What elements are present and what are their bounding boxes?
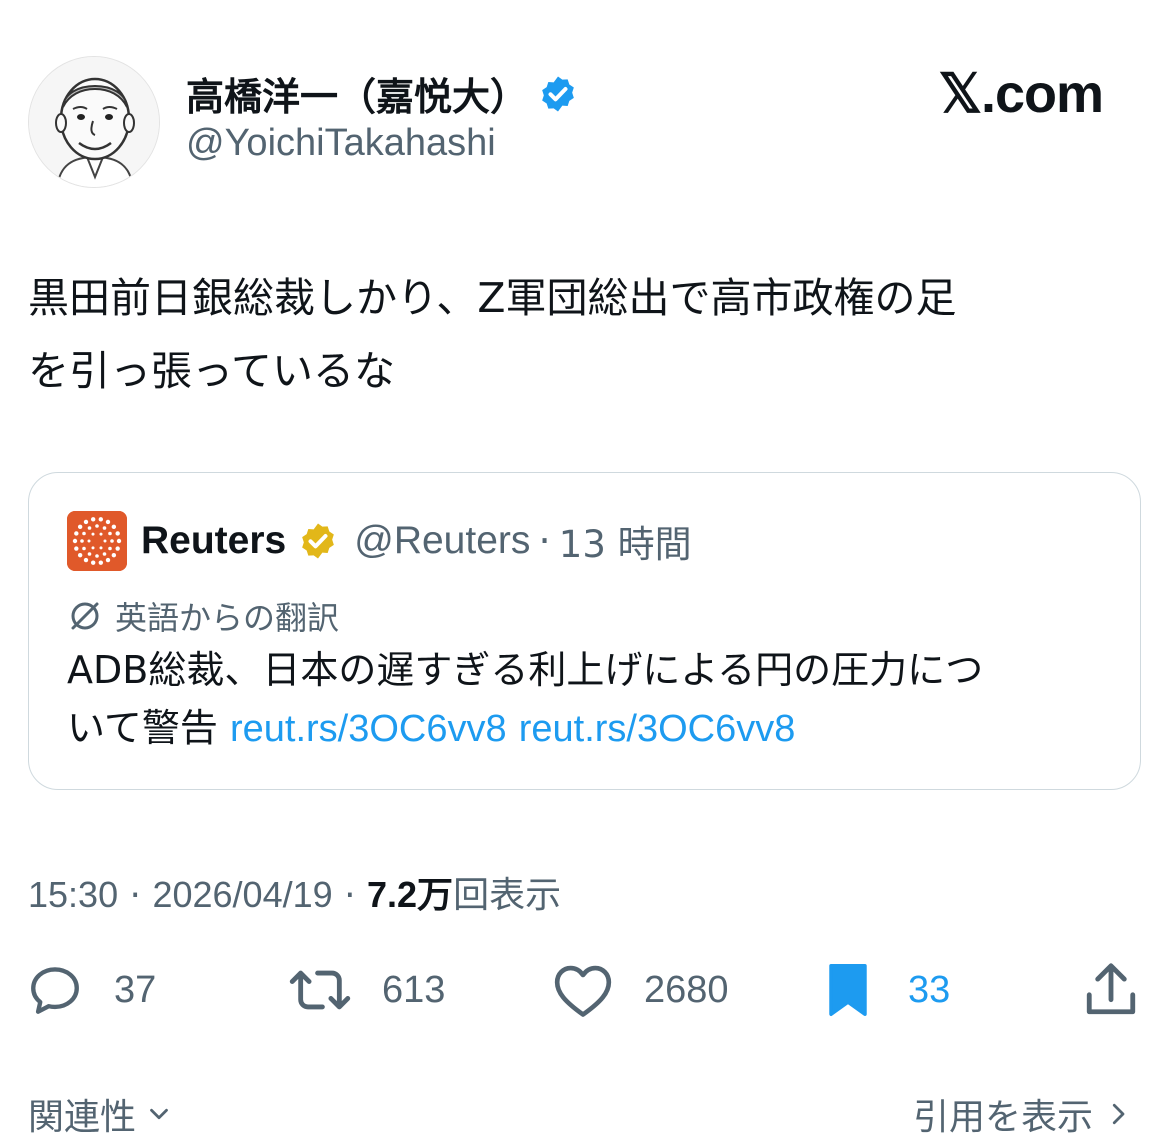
reuters-logo-dot xyxy=(105,557,111,563)
quote-timestamp[interactable]: 13 時間 xyxy=(559,514,692,568)
translated-label[interactable]: 英語からの翻訳 xyxy=(67,593,339,639)
reuters-logo-dot xyxy=(105,519,111,525)
bookmark-icon xyxy=(829,964,867,1016)
reuters-logo-dot xyxy=(82,546,86,551)
reuters-logo-dot xyxy=(87,539,91,543)
avatar[interactable] xyxy=(28,56,160,188)
quote-link[interactable]: reut.rs/3OC6vv8 xyxy=(519,708,796,750)
reuters-logo-dot xyxy=(74,531,79,536)
reuters-logo-dot xyxy=(102,526,107,530)
reuters-logo-dot xyxy=(115,531,120,536)
show-quotes-link[interactable]: 引用を表示 xyxy=(913,1088,1133,1140)
sort-relevance-dropdown[interactable]: 関連性 xyxy=(28,1088,174,1140)
quote-body-text: いて警告 xyxy=(67,706,218,750)
reuters-logo-dot xyxy=(102,552,107,556)
retweet-count: 613 xyxy=(382,968,446,1011)
reply-icon xyxy=(31,967,79,1014)
views-unit: 万 xyxy=(417,875,454,916)
chevron-down-icon xyxy=(150,1108,168,1120)
translate-icon xyxy=(71,602,99,630)
quote-header: Reuters @Reuters · 13 時間 xyxy=(67,511,692,571)
quote-tweet-card[interactable]: Reuters @Reuters · 13 時間 英語からの翻訳 ADB総裁、日… xyxy=(28,472,1141,790)
tweet-time[interactable]: 15:30 xyxy=(28,874,118,915)
tweet-date[interactable]: 2026/04/19 xyxy=(152,874,332,915)
tweet-text-line: 黒田前日銀総裁しかり、Z軍団総出で高市政権の足 xyxy=(28,274,957,322)
reuters-logo-dot xyxy=(108,546,112,551)
sort-relevance-label: 関連性 xyxy=(28,1097,137,1138)
reuters-logo-dot xyxy=(99,532,103,536)
reuters-logo-dot xyxy=(108,531,112,536)
reuters-logo-dot xyxy=(110,539,114,543)
tweet-text-line: を引っ張っているな xyxy=(28,347,395,395)
like-icon xyxy=(554,965,612,1017)
retweet-button[interactable]: 613 xyxy=(288,958,445,1022)
reuters-logo xyxy=(67,511,127,571)
bookmark-button[interactable]: 33 xyxy=(822,958,950,1022)
reuters-logo-dot xyxy=(83,557,89,563)
chevron-right-icon xyxy=(1112,1103,1125,1125)
show-quotes-label: 引用を表示 xyxy=(912,1097,1093,1138)
reuters-logo-dot xyxy=(103,539,107,543)
quote-separator: · xyxy=(538,518,551,564)
quote-author-name[interactable]: Reuters xyxy=(141,519,286,563)
reuters-logo-dot xyxy=(77,524,83,530)
tweet-meta: 15:30 · 2026/04/19 · 7.2万回表示 xyxy=(28,866,561,918)
reuters-logo-dot xyxy=(91,546,95,550)
quote-link[interactable]: reut.rs/3OC6vv8 xyxy=(230,708,507,750)
reuters-logo-dot xyxy=(91,532,95,536)
reuters-logo-dot xyxy=(80,539,84,543)
views-label: 回表示 xyxy=(453,875,562,916)
reuters-logo-dot xyxy=(90,560,96,565)
reuters-logo-dot xyxy=(87,526,92,530)
avatar-illustration xyxy=(29,57,159,187)
translated-label-text: 英語からの翻訳 xyxy=(115,599,340,637)
bookmark-count: 33 xyxy=(908,968,951,1011)
reply-count: 37 xyxy=(114,968,157,1011)
like-count: 2680 xyxy=(644,968,729,1011)
reuters-logo-dot xyxy=(83,519,89,525)
reuters-logo-dot xyxy=(90,517,96,522)
quote-author-handle[interactable]: @Reuters xyxy=(354,519,530,563)
tweet-text: 黒田前日銀総裁しかり、Z軍団総出で高市政権の足 を引っ張っているな xyxy=(28,262,1128,408)
reply-button[interactable]: 37 xyxy=(26,958,156,1022)
reuters-logo-dot xyxy=(82,531,86,536)
reuters-logo-dot xyxy=(99,546,103,550)
author-display-name[interactable]: 高橋洋一（嘉悦大） xyxy=(186,66,578,121)
views-count[interactable]: 7.2 xyxy=(367,874,417,915)
quote-body: ADB総裁、日本の遅すぎる利上げによる円の圧力につ いて警告 reut.rs/3… xyxy=(67,641,1107,758)
reuters-logo-dot xyxy=(98,560,104,565)
reuters-logo-dot xyxy=(74,546,79,551)
quote-body-line: ADB総裁、日本の遅すぎる利上げによる円の圧力につ xyxy=(67,648,984,692)
quote-body-line: いて警告 reut.rs/3OC6vv8 reut.rs/3OC6vv8 xyxy=(67,699,1107,758)
author-name-text: 高橋洋一（嘉悦大） xyxy=(186,75,529,119)
reuters-logo-dot xyxy=(115,546,120,551)
retweet-icon xyxy=(289,970,351,1010)
meta-separator: · xyxy=(344,875,356,916)
reuters-logo-dot xyxy=(95,554,99,558)
reuters-logo-dot xyxy=(87,552,92,556)
like-button[interactable]: 2680 xyxy=(552,958,729,1022)
reuters-logo-dot xyxy=(111,552,117,558)
reuters-logo-dot xyxy=(95,524,99,528)
reuters-logo-dot xyxy=(77,552,83,558)
reuters-logo-dot xyxy=(72,538,78,544)
reuters-logo-dot xyxy=(111,524,117,530)
verified-gold-badge-icon[interactable] xyxy=(298,521,338,561)
author-handle[interactable]: @YoichiTakahashi xyxy=(186,122,496,165)
meta-separator: · xyxy=(129,875,141,916)
share-icon xyxy=(1086,963,1136,1015)
brand-logo: 𝕏.com xyxy=(938,64,1104,124)
verified-badge-icon[interactable] xyxy=(538,74,578,114)
share-button[interactable] xyxy=(1084,958,1138,1022)
reuters-logo-dot xyxy=(98,517,104,522)
reuters-logo-dot xyxy=(116,538,122,544)
